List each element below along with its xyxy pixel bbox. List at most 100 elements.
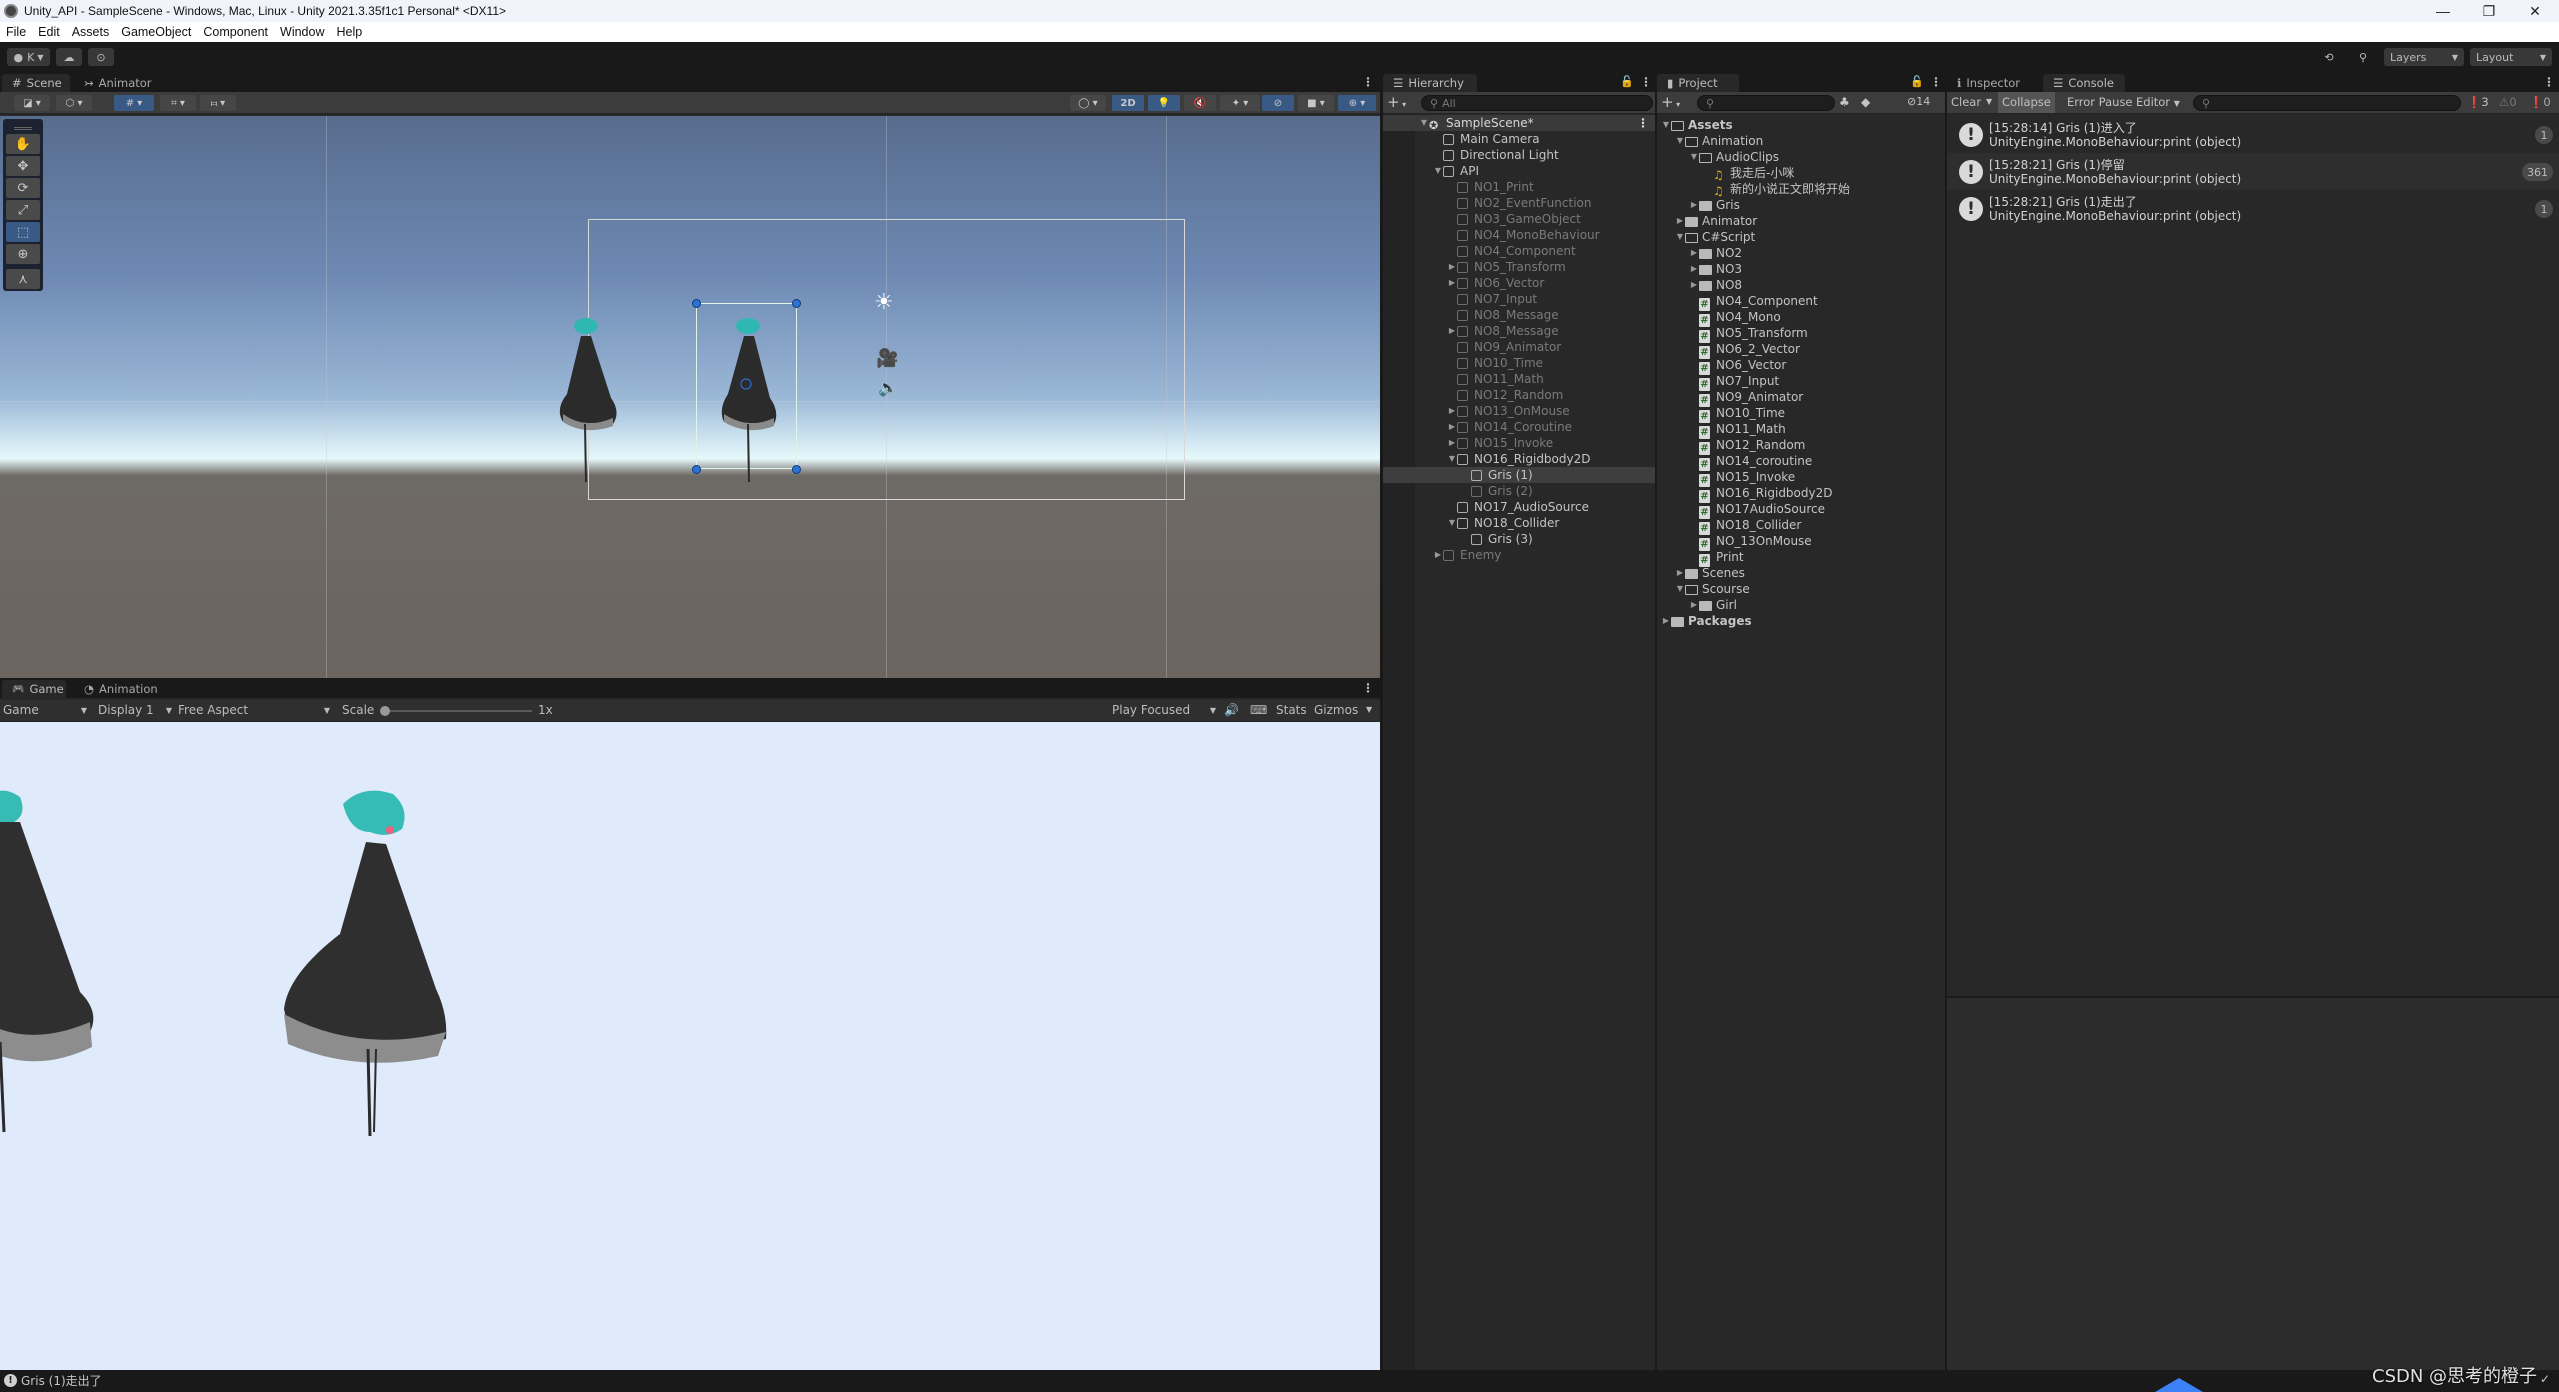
hidden-packages-toggle[interactable]: ⊘14 [1907, 95, 1930, 108]
project-item[interactable]: ▶ Animator [1657, 213, 1945, 229]
shortcuts-icon[interactable]: ⌨ [1250, 703, 1267, 717]
expand-arrow-icon[interactable]: ▼ [1675, 229, 1685, 245]
hierarchy-item[interactable]: ▼ ✪ SampleScene* ⋮ [1383, 115, 1655, 132]
close-button[interactable]: ✕ [2512, 0, 2558, 22]
hierarchy-item[interactable]: NO3_GameObject [1383, 211, 1655, 227]
project-item[interactable]: ▼ Assets [1657, 117, 1945, 133]
menu-component[interactable]: Component [203, 25, 268, 39]
create-asset-button[interactable]: + ▾ [1661, 93, 1680, 111]
expand-arrow-icon[interactable]: ▼ [1675, 133, 1685, 149]
hierarchy-item[interactable]: NO9_Animator [1383, 339, 1655, 355]
project-item[interactable]: # NO12_Random [1657, 437, 1945, 455]
expand-arrow-icon[interactable]: ▶ [1447, 275, 1457, 291]
project-item[interactable]: ▼ AudioClips [1657, 149, 1945, 165]
hierarchy-item[interactable]: Gris (1) [1383, 467, 1655, 483]
project-item[interactable]: # NO7_Input [1657, 373, 1945, 391]
project-item[interactable]: # NO5_Transform [1657, 325, 1945, 343]
project-item[interactable]: # NO18_Collider [1657, 517, 1945, 535]
resize-handle[interactable] [792, 299, 801, 308]
hierarchy-item[interactable]: NO12_Random [1383, 387, 1655, 403]
expand-arrow-icon[interactable]: ▶ [1447, 435, 1457, 451]
check-icon[interactable]: ✓ [2540, 1372, 2550, 1386]
scale-slider-knob[interactable] [380, 706, 390, 716]
hierarchy-item[interactable]: Gris (2) [1383, 483, 1655, 499]
hierarchy-item[interactable]: ▶ NO5_Transform [1383, 259, 1655, 275]
ruler-dropdown[interactable]: ⧦ ▾ [200, 95, 236, 111]
expand-arrow-icon[interactable]: ▶ [1689, 245, 1699, 261]
grid-snap-toggle[interactable]: # ▾ [114, 95, 154, 111]
gris-sprite-3[interactable] [555, 314, 625, 484]
hierarchy-item[interactable]: ▶ NO8_Message [1383, 323, 1655, 339]
expand-arrow-icon[interactable]: ▶ [1689, 277, 1699, 293]
clear-options-dropdown[interactable]: ▼ [1986, 97, 1992, 106]
expand-arrow-icon[interactable]: ▶ [1661, 613, 1671, 629]
tab-scene[interactable]: # Scene [2, 74, 70, 92]
menu-gameobject[interactable]: GameObject [121, 25, 191, 39]
project-item[interactable]: # NO16_Rigidbody2D [1657, 485, 1945, 503]
panel-menu-icon[interactable]: ⋮ [1362, 681, 1374, 695]
hierarchy-item[interactable]: NO2_EventFunction [1383, 195, 1655, 211]
hierarchy-item[interactable]: NO4_Component [1383, 243, 1655, 259]
directional-light-icon[interactable]: ☀ [874, 290, 894, 315]
mute-audio-icon[interactable]: 🔊 [1224, 703, 1239, 717]
expand-arrow-icon[interactable]: ▼ [1661, 117, 1671, 133]
error-pause-toggle[interactable]: Error Pause [2067, 95, 2133, 109]
hierarchy-item[interactable]: Directional Light [1383, 147, 1655, 163]
project-item[interactable]: # NO15_Invoke [1657, 469, 1945, 487]
hierarchy-item[interactable]: Gris (3) [1383, 531, 1655, 547]
audio-source-gizmo-icon[interactable]: 🔈 [878, 378, 898, 397]
search-by-type-icon[interactable]: ♣ [1839, 95, 1850, 109]
panel-menu-icon[interactable]: ⋮ [2543, 75, 2555, 89]
expand-arrow-icon[interactable]: ▼ [1419, 115, 1429, 131]
minimize-button[interactable]: — [2420, 0, 2466, 22]
chevron-down-icon[interactable]: ▼ [1366, 705, 1372, 714]
panel-menu-icon[interactable]: ⋮ [1640, 75, 1652, 89]
collab-button[interactable]: ⊙ [88, 48, 114, 66]
project-item[interactable]: ▶ NO8 [1657, 277, 1945, 293]
project-item[interactable]: ▶ NO3 [1657, 261, 1945, 277]
project-item[interactable]: ▼ C#Script [1657, 229, 1945, 245]
project-item[interactable]: # NO6_Vector [1657, 357, 1945, 375]
create-button[interactable]: + ▾ [1387, 93, 1406, 111]
expand-arrow-icon[interactable]: ▼ [1689, 149, 1699, 165]
hierarchy-item[interactable]: ▶ NO15_Invoke [1383, 435, 1655, 451]
expand-arrow-icon[interactable]: ▶ [1433, 547, 1443, 563]
gizmos-dropdown[interactable]: ⊕ ▾ [1338, 95, 1376, 111]
tab-game[interactable]: 🎮 Game [2, 680, 66, 698]
resize-handle[interactable] [692, 465, 701, 474]
scale-tool-icon[interactable]: ⤢ [6, 200, 40, 220]
hierarchy-item[interactable]: ▶ NO13_OnMouse [1383, 403, 1655, 419]
menu-help[interactable]: Help [336, 25, 362, 39]
tab-animation[interactable]: ◔ Animation [74, 680, 164, 698]
console-log-entry[interactable]: ! [15:28:21] Gris (1)停留 UnityEngine.MonoBe… [1947, 153, 2559, 190]
expand-arrow-icon[interactable]: ▶ [1675, 565, 1685, 581]
project-search-input[interactable]: ⚲ [1697, 95, 1835, 111]
undo-history-button[interactable]: ⟲ [2318, 48, 2340, 66]
project-item[interactable]: ▶ Gris [1657, 197, 1945, 213]
hierarchy-item[interactable]: NO11_Math [1383, 371, 1655, 387]
project-item[interactable]: ♫ 我走后-小咪 [1657, 165, 1945, 182]
console-search-input[interactable]: ⚲ [2193, 95, 2461, 111]
resize-handle[interactable] [792, 465, 801, 474]
expand-arrow-icon[interactable]: ▼ [1447, 515, 1457, 531]
aspect-dropdown[interactable]: Free Aspect ▼ [178, 703, 330, 717]
hierarchy-item[interactable]: ▼ API [1383, 163, 1655, 179]
stats-button[interactable]: Stats [1276, 703, 1307, 717]
transform-tool-icon[interactable]: ⊕ [6, 244, 40, 264]
expand-arrow-icon[interactable]: ▶ [1689, 197, 1699, 213]
warning-filter-toggle[interactable]: ⚠0 [2499, 95, 2517, 109]
lighting-toggle[interactable]: 💡 [1148, 95, 1180, 111]
hierarchy-item[interactable]: NO10_Time [1383, 355, 1655, 371]
tab-hierarchy[interactable]: ☰ Hierarchy [1383, 74, 1477, 92]
display-dropdown[interactable]: Display 1 ▼ [98, 703, 172, 717]
project-item[interactable]: ▶ Packages [1657, 613, 1945, 629]
camera-gizmo-icon[interactable]: 🎥 [876, 348, 898, 369]
hierarchy-item[interactable]: NO8_Message [1383, 307, 1655, 323]
project-item[interactable]: ▶ Girl [1657, 597, 1945, 613]
hierarchy-item[interactable]: NO1_Print [1383, 179, 1655, 195]
move-tool-icon[interactable]: ✥ [6, 156, 40, 176]
expand-arrow-icon[interactable]: ▶ [1689, 597, 1699, 613]
layout-dropdown[interactable]: Layout ▼ [2470, 48, 2552, 66]
project-item[interactable]: # NO4_Component [1657, 293, 1945, 311]
camera-dropdown[interactable]: ■ ▾ [1298, 95, 1334, 111]
